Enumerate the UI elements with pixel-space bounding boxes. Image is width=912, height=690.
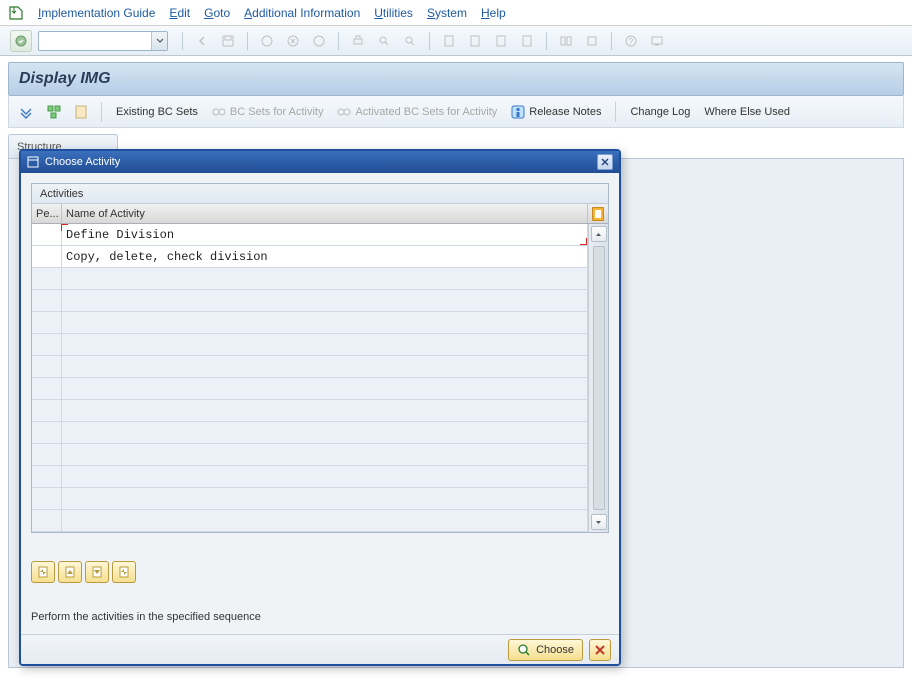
print-icon	[347, 30, 369, 52]
menu-implementation-guide[interactable]: Implementation Guide	[38, 6, 155, 20]
application-toolbar: Existing BC Sets BC Sets for Activity Ac…	[8, 96, 904, 128]
cancel-icon	[595, 645, 605, 655]
table-row	[32, 444, 588, 466]
dialog-body: Activities Pe... Name of Activity Define…	[21, 173, 619, 634]
next-page-icon	[490, 30, 512, 52]
change-log-button[interactable]: Change Log	[626, 104, 694, 120]
table-row	[32, 268, 588, 290]
menu-bar: Implementation Guide Edit Goto Additiona…	[0, 0, 912, 26]
bc-sets-for-activity-label: BC Sets for Activity	[230, 106, 324, 118]
dialog-close-button[interactable]	[597, 154, 613, 170]
activated-bc-sets-label: Activated BC Sets for Activity	[355, 106, 497, 118]
table-row	[32, 422, 588, 444]
grid-header: Pe... Name of Activity	[32, 204, 608, 224]
next-page-button[interactable]	[85, 561, 109, 583]
existing-bc-sets-label: Existing BC Sets	[116, 106, 198, 118]
change-log-label: Change Log	[630, 106, 690, 118]
layout-icon	[555, 30, 577, 52]
grid-body: Define Division Copy, delete, check divi…	[32, 224, 588, 532]
choose-button-label: Choose	[536, 644, 574, 656]
table-row	[32, 290, 588, 312]
table-row	[32, 334, 588, 356]
table-row	[32, 356, 588, 378]
standard-toolbar: ?	[0, 26, 912, 56]
enter-button[interactable]	[10, 30, 32, 52]
scroll-down-button[interactable]	[591, 514, 607, 530]
where-else-used-label: Where Else Used	[704, 106, 790, 118]
cancel-icon	[282, 30, 304, 52]
dialog-title: Choose Activity	[45, 156, 120, 168]
table-row	[32, 312, 588, 334]
vertical-scrollbar[interactable]	[588, 224, 608, 532]
dialog-footer: Choose	[21, 634, 619, 664]
prev-page-button[interactable]	[58, 561, 82, 583]
help-icon: ?	[620, 30, 642, 52]
doc-button[interactable]	[71, 103, 91, 121]
magnifier-icon	[517, 643, 531, 657]
cell-name[interactable]: Define Division	[62, 224, 588, 245]
column-perform[interactable]: Pe...	[32, 204, 62, 223]
existing-bc-sets-button[interactable]: Existing BC Sets	[112, 104, 202, 120]
local-layout-icon	[646, 30, 668, 52]
close-icon	[601, 158, 609, 166]
session-icon	[308, 30, 330, 52]
grid-caption: Activities	[32, 184, 608, 204]
prev-page-icon	[464, 30, 486, 52]
shortcut-icon	[581, 30, 603, 52]
table-settings-icon	[592, 207, 604, 221]
last-page-icon	[516, 30, 538, 52]
table-row	[32, 466, 588, 488]
table-row[interactable]: Copy, delete, check division	[32, 246, 588, 268]
activated-bc-sets-button[interactable]: Activated BC Sets for Activity	[333, 104, 501, 120]
menu-help[interactable]: Help	[481, 6, 506, 20]
where-else-used-button[interactable]: Where Else Used	[700, 104, 794, 120]
sap-menu-icon[interactable]	[8, 5, 24, 21]
menu-utilities[interactable]: Utilities	[374, 6, 413, 20]
page-title: Display IMG	[19, 70, 111, 88]
img-structure-button[interactable]	[43, 103, 65, 121]
column-name[interactable]: Name of Activity	[62, 204, 588, 223]
dialog-titlebar: Choose Activity	[21, 151, 619, 173]
release-notes-label: Release Notes	[529, 106, 601, 118]
release-notes-button[interactable]: Release Notes	[507, 103, 605, 121]
menu-goto[interactable]: Goto	[204, 6, 230, 20]
chevron-down-icon[interactable]	[151, 32, 167, 50]
cell-perform	[32, 246, 62, 267]
exit-icon	[256, 30, 278, 52]
expand-all-button[interactable]	[15, 103, 37, 121]
back-icon	[191, 30, 213, 52]
activities-grid: Activities Pe... Name of Activity Define…	[31, 183, 609, 533]
last-page-button[interactable]	[112, 561, 136, 583]
bc-sets-for-activity-button[interactable]: BC Sets for Activity	[208, 104, 328, 120]
title-bar: Display IMG	[8, 62, 904, 96]
action-row	[31, 561, 609, 583]
cell-name[interactable]: Copy, delete, check division	[62, 246, 588, 267]
cell-perform	[32, 224, 62, 245]
scroll-track[interactable]	[593, 246, 605, 510]
cancel-button[interactable]	[589, 639, 611, 661]
command-field[interactable]	[38, 31, 168, 51]
column-config-button[interactable]	[588, 204, 608, 223]
find-next-icon	[399, 30, 421, 52]
scroll-up-button[interactable]	[591, 226, 607, 242]
table-row[interactable]: Define Division	[32, 224, 588, 246]
menu-additional-information[interactable]: Additional Information	[244, 6, 360, 20]
menu-edit[interactable]: Edit	[169, 6, 190, 20]
instruction-text: Perform the activities in the specified …	[31, 611, 609, 623]
choose-activity-dialog: Choose Activity Activities Pe... Name of…	[19, 149, 621, 666]
table-row	[32, 378, 588, 400]
menu-system[interactable]: System	[427, 6, 467, 20]
save-icon	[217, 30, 239, 52]
find-icon	[373, 30, 395, 52]
table-row	[32, 488, 588, 510]
choose-button[interactable]: Choose	[508, 639, 583, 661]
svg-text:?: ?	[629, 37, 634, 46]
first-page-icon	[438, 30, 460, 52]
table-row	[32, 510, 588, 532]
window-icon	[27, 156, 39, 168]
first-page-button[interactable]	[31, 561, 55, 583]
table-row	[32, 400, 588, 422]
